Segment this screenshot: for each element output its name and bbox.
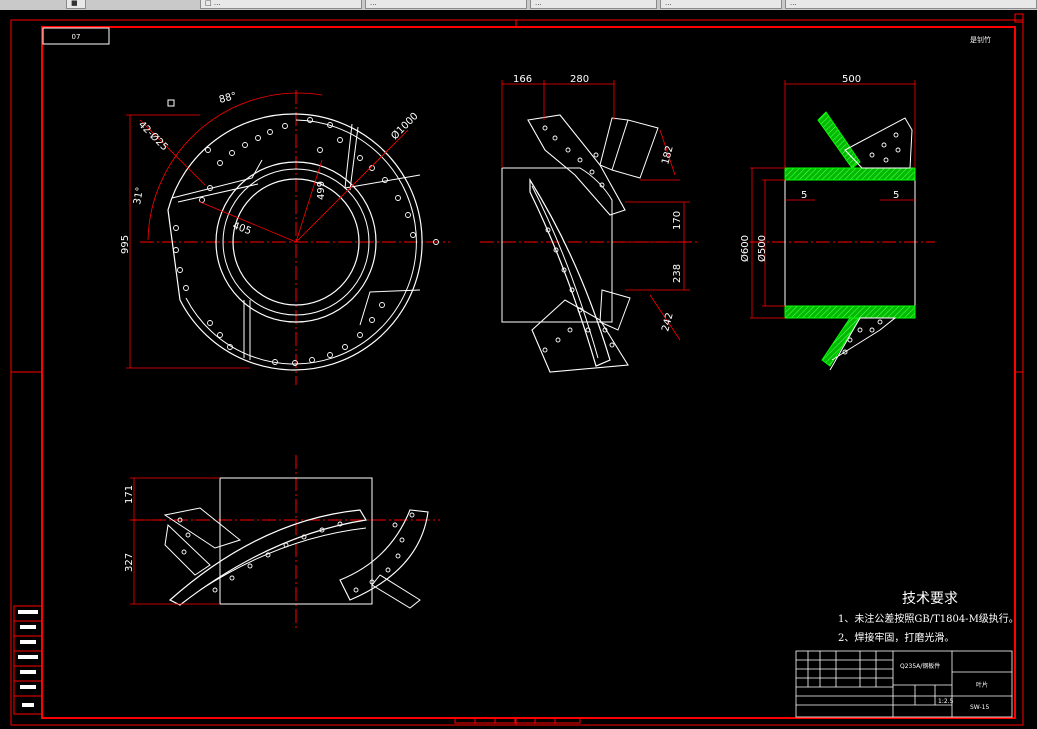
- top-view: 171 327: [124, 455, 440, 630]
- tab-1[interactable]: □ ...: [200, 0, 362, 9]
- dim-holes: 42-Ø25: [136, 119, 171, 154]
- dim-angle-88: 88°: [218, 91, 238, 106]
- signature-text: 是钊竹: [970, 35, 991, 44]
- tab-3-label: ...: [535, 0, 542, 7]
- tech-requirements-title: 技术要求: [902, 591, 958, 607]
- title-scale: 1:2.5: [938, 698, 954, 705]
- dim-dia-600: Ø600: [739, 235, 751, 262]
- dim-dia-500: Ø500: [756, 235, 768, 262]
- tab-icon-label: ■: [71, 0, 78, 7]
- dim-h-327: 327: [124, 553, 135, 572]
- tab-5-label: ...: [790, 0, 797, 7]
- tab-3[interactable]: ...: [530, 0, 657, 9]
- dim-h-995: 995: [120, 235, 131, 254]
- tab-4-label: ...: [665, 0, 672, 7]
- side-stamp-table: [13, 605, 43, 715]
- dim-h-171: 171: [124, 485, 135, 504]
- side-view: 166 280 182 170 238 242: [480, 74, 700, 373]
- tab-2[interactable]: ...: [365, 0, 527, 9]
- dim-angle-31: 31°: [132, 186, 146, 205]
- title-material: Q235A/钢板件: [900, 662, 940, 670]
- drawing-canvas[interactable]: 07 是钊竹 88° 31° 42-Ø25 Ø1000 499 405 995 …: [0, 10, 1037, 729]
- tab-2-label: ...: [370, 0, 377, 7]
- tab-5[interactable]: ...: [785, 0, 1037, 9]
- dim-w-166: 166: [513, 74, 532, 85]
- section-view: 500 5 5 Ø600 Ø500: [739, 74, 935, 371]
- tab-icon[interactable]: ■: [66, 0, 86, 9]
- front-view: 88° 31° 42-Ø25 Ø1000 499 405 995: [120, 90, 450, 385]
- dim-d-238: 238: [672, 264, 683, 283]
- dim-dia-1000: Ø1000: [389, 110, 421, 142]
- dim-r-499: 499: [316, 181, 327, 200]
- dim-t-right: 5: [893, 190, 899, 201]
- tab-1-label: □ ...: [205, 0, 221, 7]
- tech-requirement-2: 2、焊接牢固，打磨光滑。: [838, 633, 955, 644]
- tab-4[interactable]: ...: [660, 0, 782, 9]
- window-tab-bar: ■ □ ... ... ... ... ...: [0, 0, 1037, 10]
- corner-code-text: 07: [72, 33, 81, 41]
- title-drawing-no: SW-15: [970, 704, 989, 711]
- dim-w-500: 500: [842, 74, 861, 85]
- dim-w-280: 280: [570, 74, 589, 85]
- dim-d-170: 170: [672, 211, 683, 230]
- corner-code-box: 07: [42, 27, 110, 45]
- tech-requirement-1: 1、未注公差按照GB/T1804-M级执行。: [838, 614, 1019, 625]
- dim-t-left: 5: [801, 190, 807, 201]
- title-part-name: 叶片: [976, 681, 988, 689]
- dim-d-182: 182: [660, 144, 676, 165]
